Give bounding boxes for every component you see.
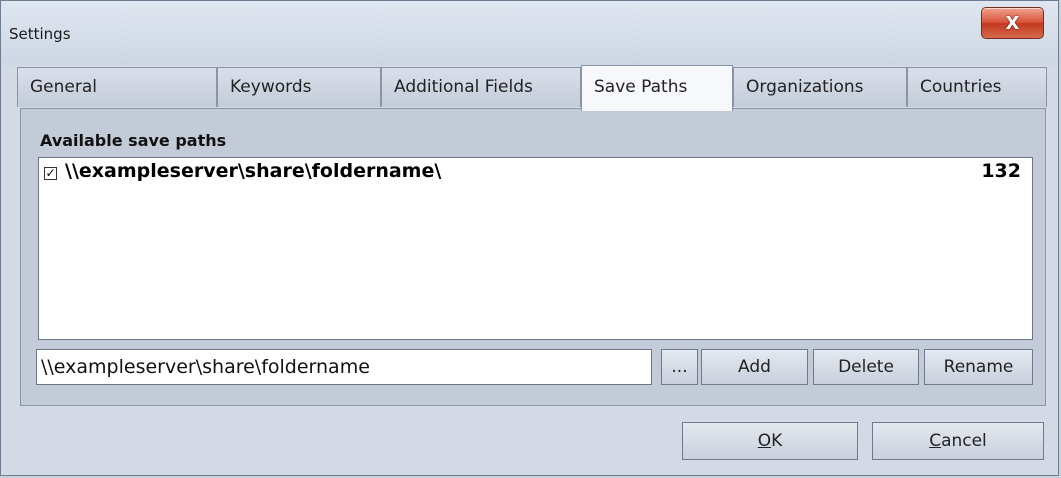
- add-label: Add: [738, 357, 771, 377]
- ok-label-rest: K: [771, 431, 783, 451]
- delete-label: Delete: [838, 357, 894, 377]
- ok-button[interactable]: OK: [682, 422, 858, 460]
- tab-strip: General Keywords Additional Fields Save …: [17, 65, 1047, 111]
- checkmark-icon: ✓: [45, 166, 56, 180]
- cancel-label: Cancel: [929, 431, 987, 451]
- cancel-mnemonic: C: [929, 431, 942, 451]
- save-paths-panel: Available save paths ✓ \\exampleserver\s…: [20, 108, 1046, 406]
- ok-label: OK: [758, 431, 783, 451]
- save-path-text: \\exampleserver\share\foldername\: [65, 160, 442, 182]
- tab-label: Countries: [920, 77, 1002, 97]
- cancel-label-rest: ancel: [941, 431, 987, 451]
- checkbox[interactable]: ✓: [44, 167, 57, 180]
- tab-organizations[interactable]: Organizations: [733, 67, 907, 107]
- delete-button[interactable]: Delete: [813, 349, 919, 385]
- add-button[interactable]: Add: [701, 349, 808, 385]
- window-title: Settings: [9, 25, 71, 43]
- close-icon: X: [1005, 12, 1020, 34]
- section-label: Available save paths: [40, 131, 227, 150]
- dialog-footer: OK Cancel: [1, 408, 1058, 475]
- title-bar: Settings X: [1, 1, 1058, 65]
- tab-countries[interactable]: Countries: [907, 67, 1047, 107]
- settings-dialog: Settings X General Keywords Additional F…: [0, 0, 1059, 476]
- tab-general[interactable]: General: [17, 67, 217, 107]
- save-paths-list[interactable]: ✓ \\exampleserver\share\foldername\ 132: [38, 157, 1033, 340]
- tab-label: Additional Fields: [394, 77, 533, 97]
- close-button[interactable]: X: [981, 7, 1044, 39]
- list-item[interactable]: ✓ \\exampleserver\share\foldername\ 132: [39, 158, 1032, 188]
- tab-label: Organizations: [746, 77, 864, 97]
- browse-label: ...: [671, 357, 688, 377]
- tab-label: Keywords: [230, 77, 312, 97]
- tab-additional-fields[interactable]: Additional Fields: [381, 67, 581, 107]
- tab-label: General: [30, 77, 97, 97]
- save-path-count: 132: [981, 160, 1021, 182]
- rename-label: Rename: [943, 357, 1014, 377]
- tab-keywords[interactable]: Keywords: [217, 67, 381, 107]
- cancel-button[interactable]: Cancel: [872, 422, 1044, 460]
- tab-save-paths[interactable]: Save Paths: [581, 65, 733, 111]
- tab-label: Save Paths: [594, 77, 688, 97]
- rename-button[interactable]: Rename: [924, 349, 1033, 385]
- browse-button[interactable]: ...: [661, 349, 698, 385]
- ok-mnemonic: O: [757, 431, 772, 451]
- save-path-input[interactable]: [36, 349, 652, 385]
